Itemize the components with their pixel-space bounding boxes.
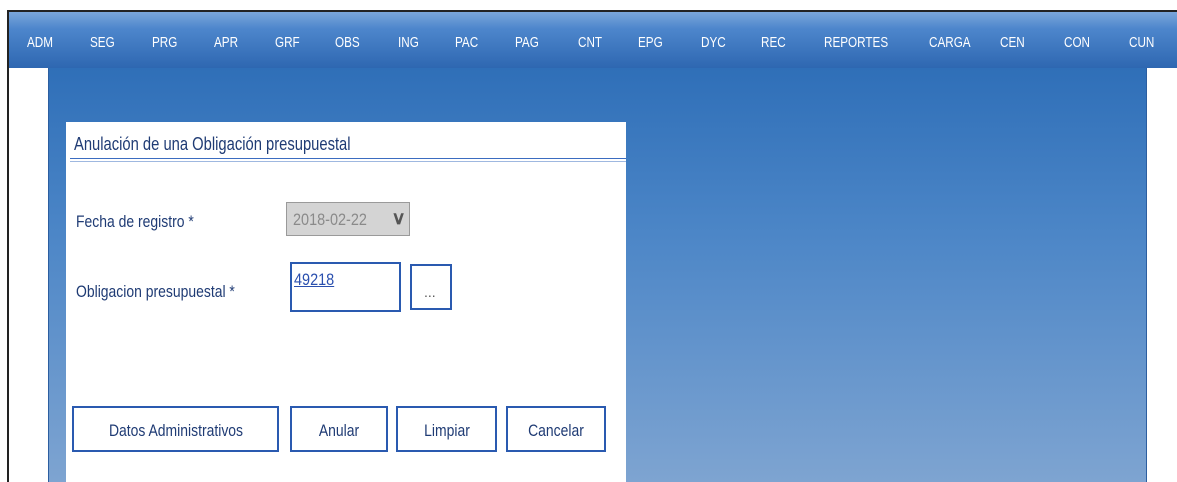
nav-item-cen[interactable]: CEN xyxy=(1000,34,1025,51)
obligacion-value: 49218 xyxy=(294,270,335,289)
left-margin xyxy=(9,68,48,482)
cancelar-label: Cancelar xyxy=(528,421,584,440)
nav-item-adm[interactable]: ADM xyxy=(27,34,53,51)
nav-item-cnt[interactable]: CNT xyxy=(578,34,602,51)
form-title: Anulación de una Obligación presupuestal xyxy=(74,134,351,154)
nav-item-pag[interactable]: PAG xyxy=(515,34,539,51)
nav-item-cun[interactable]: CUN xyxy=(1129,34,1154,51)
nav-item-dyc[interactable]: DYC xyxy=(701,34,726,51)
nav-item-apr[interactable]: APR xyxy=(214,34,238,51)
nav-item-epg[interactable]: EPG xyxy=(638,34,663,51)
anular-label: Anular xyxy=(318,421,360,440)
obligacion-input[interactable]: 49218 xyxy=(290,262,401,312)
nav-item-grf[interactable]: GRF xyxy=(275,34,300,51)
nav-item-reportes[interactable]: REPORTES xyxy=(824,34,888,51)
anular-button[interactable]: Anular xyxy=(290,406,388,452)
nav-item-ing[interactable]: ING xyxy=(398,34,419,51)
datos-administrativos-button[interactable]: Datos Administrativos xyxy=(72,406,279,452)
nav-item-rec[interactable]: REC xyxy=(761,34,786,51)
nav-item-pac[interactable]: PAC xyxy=(455,34,478,51)
top-navigation-bar: ADM SEG PRG APR GRF OBS ING PAC PAG CNT … xyxy=(9,12,1177,68)
ellipsis-icon: ... xyxy=(424,284,436,300)
right-margin xyxy=(1147,68,1177,482)
title-divider-secondary xyxy=(70,161,626,162)
chevron-down-icon: ∨ xyxy=(391,208,406,228)
fecha-registro-value: 2018-02-22 xyxy=(293,210,367,229)
anulacion-form-panel: Anulación de una Obligación presupuestal… xyxy=(66,122,626,482)
fecha-registro-label: Fecha de registro * xyxy=(76,212,194,231)
cancelar-button[interactable]: Cancelar xyxy=(506,406,606,452)
nav-item-obs[interactable]: OBS xyxy=(335,34,360,51)
title-divider xyxy=(70,158,626,159)
obligacion-lookup-button[interactable]: ... xyxy=(410,264,452,310)
nav-item-carga[interactable]: CARGA xyxy=(929,34,971,51)
limpiar-label: Limpiar xyxy=(423,421,470,440)
nav-item-con[interactable]: CON xyxy=(1064,34,1090,51)
obligacion-label: Obligacion presupuestal * xyxy=(76,282,235,301)
fecha-registro-select[interactable]: 2018-02-22 ∨ xyxy=(286,202,410,236)
datos-administrativos-label: Datos Administrativos xyxy=(108,421,243,440)
nav-item-seg[interactable]: SEG xyxy=(90,34,115,51)
nav-item-prg[interactable]: PRG xyxy=(152,34,177,51)
limpiar-button[interactable]: Limpiar xyxy=(396,406,497,452)
